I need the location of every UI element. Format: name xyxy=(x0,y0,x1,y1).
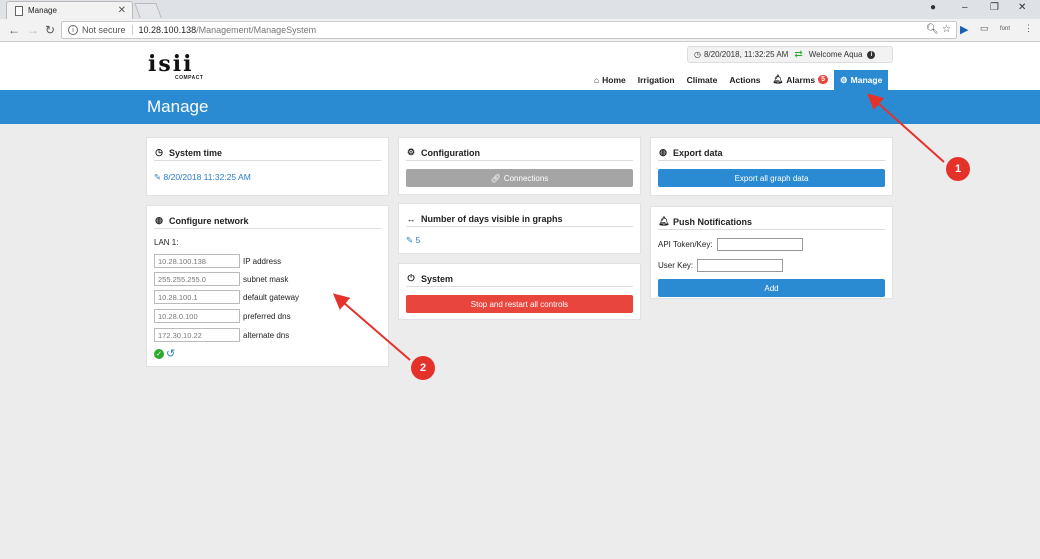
annotation-arrow-1 xyxy=(867,93,945,163)
annotation-arrows xyxy=(332,93,945,361)
annotation-marker-2: 2 xyxy=(411,356,435,380)
annotation-arrow-2 xyxy=(332,293,411,361)
annotation-marker-1: 1 xyxy=(946,157,970,181)
